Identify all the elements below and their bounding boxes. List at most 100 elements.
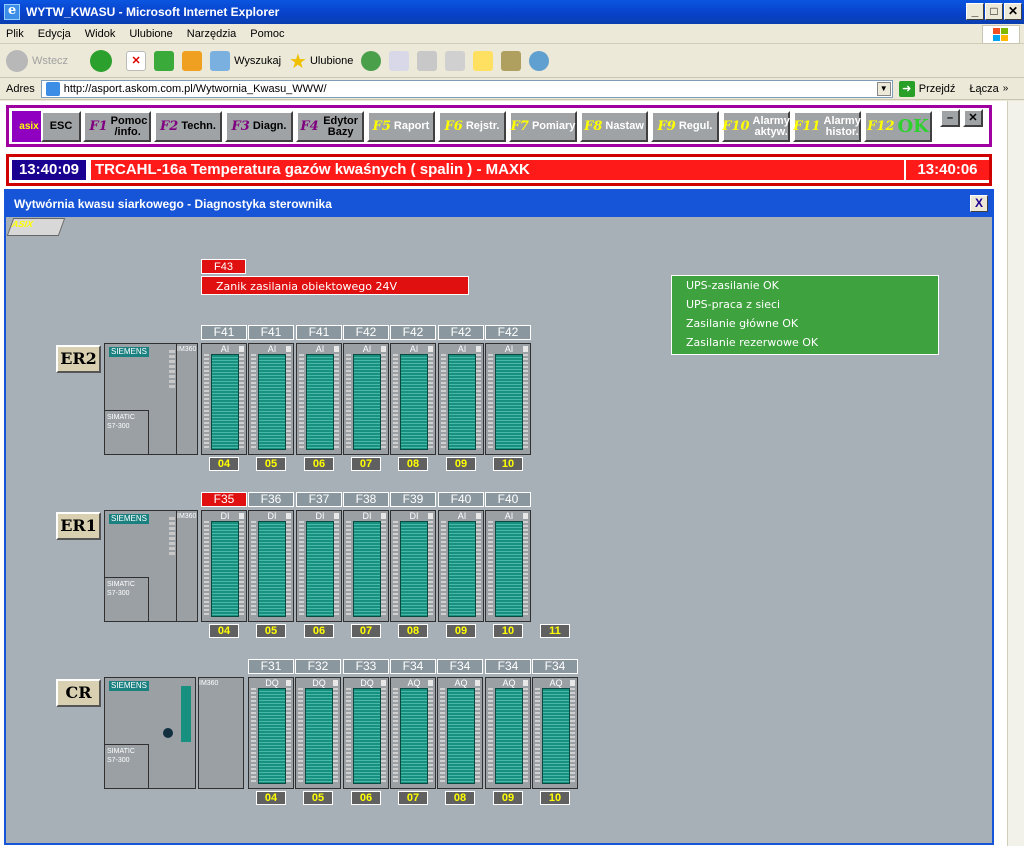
research-icon[interactable] xyxy=(501,51,522,71)
io-module-ai[interactable]: AI xyxy=(296,343,342,455)
io-module-di[interactable]: DI xyxy=(296,510,342,622)
search-button[interactable]: Wyszukaj xyxy=(210,51,281,71)
io-module-ai[interactable]: AI xyxy=(343,343,389,455)
menu-bar: Plik Edycja Widok Ulubione Narzędzia Pom… xyxy=(0,24,1024,44)
f3-diagn-button[interactable]: F3 Diagn. xyxy=(225,111,293,142)
refresh-icon[interactable] xyxy=(154,51,175,71)
fuse-tag-f34: F34 xyxy=(390,659,436,674)
close-window-button[interactable]: ✕ xyxy=(1004,3,1022,20)
io-module-dq[interactable]: DQ xyxy=(295,677,341,789)
edit-icon[interactable] xyxy=(445,51,466,71)
io-module-aq[interactable]: AQ xyxy=(532,677,578,789)
panel-close-button[interactable]: ✕ xyxy=(963,109,983,127)
module-ticks xyxy=(299,354,304,450)
links-button[interactable]: Łącza xyxy=(969,83,998,95)
io-module-ai[interactable]: AI xyxy=(438,343,484,455)
fuse-tag-f39: F39 xyxy=(390,492,436,507)
print-icon[interactable] xyxy=(417,51,438,71)
cpu-module[interactable]: SIEMENS SIMATIC S7-300 xyxy=(104,677,196,789)
io-module-di[interactable]: DI xyxy=(343,510,389,622)
io-module-di[interactable]: DI xyxy=(248,510,294,622)
io-module-dq[interactable]: DQ xyxy=(248,677,294,789)
module-ticksr xyxy=(381,354,386,450)
module-sq2 xyxy=(334,346,339,352)
io-module-ai[interactable]: AI xyxy=(248,343,294,455)
module-sq2 xyxy=(381,513,386,519)
module-panel xyxy=(495,521,523,617)
io-module-di[interactable]: DI xyxy=(201,510,247,622)
menu-pomoc[interactable]: Pomoc xyxy=(250,28,284,40)
module-ticksr xyxy=(523,521,528,617)
io-module-ai[interactable]: AI xyxy=(485,510,531,622)
address-input[interactable]: http://asport.askom.com.pl/Wytwornia_Kwa… xyxy=(40,79,893,98)
go-button[interactable]: ➜ Przejdź xyxy=(898,80,955,97)
f6-rejestr-button[interactable]: F6 Rejstr. xyxy=(438,111,506,142)
io-module-ai[interactable]: AI xyxy=(485,343,531,455)
history-icon[interactable] xyxy=(361,51,382,71)
module-sq2 xyxy=(476,513,481,519)
module-panel xyxy=(353,354,381,450)
panel-minimize-button[interactable]: – xyxy=(940,109,960,127)
io-module-di[interactable]: DI xyxy=(390,510,436,622)
menu-widok[interactable]: Widok xyxy=(85,28,116,40)
f10-alarms-active-button[interactable]: F10 Alarmy aktyw. xyxy=(722,111,790,142)
io-module-ai[interactable]: AI xyxy=(438,510,484,622)
slot-number: 04 xyxy=(209,624,239,638)
address-url: http://asport.askom.com.pl/Wytwornia_Kwa… xyxy=(63,82,327,95)
go-arrow-icon: ➜ xyxy=(898,80,915,97)
links-chevron-icon[interactable]: » xyxy=(1003,83,1009,94)
slot-number: 09 xyxy=(446,624,476,638)
home-icon[interactable] xyxy=(182,51,203,71)
diagnostics-close-button[interactable]: X xyxy=(970,195,988,212)
address-dropdown-icon[interactable]: ▼ xyxy=(876,81,891,96)
f8-nastaw-button[interactable]: F8 Nastaw xyxy=(580,111,648,142)
f12-ok-button[interactable]: F12 OK xyxy=(864,111,932,142)
f2-techn-button[interactable]: F2 Techn. xyxy=(154,111,222,142)
menu-ulubione[interactable]: Ulubione xyxy=(129,28,172,40)
f1-help-button[interactable]: F1 Pomoc /info. xyxy=(83,111,151,142)
forward-arrow-icon[interactable] xyxy=(90,50,113,72)
module-sq2 xyxy=(428,346,433,352)
cpu-indicator-bar xyxy=(181,686,191,742)
io-module-aq[interactable]: AQ xyxy=(485,677,531,789)
mail-icon[interactable] xyxy=(389,51,410,71)
notes-icon[interactable] xyxy=(473,51,494,71)
io-module-aq[interactable]: AQ xyxy=(437,677,483,789)
f5-raport-button[interactable]: F5 Raport xyxy=(367,111,435,142)
vertical-scrollbar[interactable] xyxy=(1007,101,1024,846)
f7-pomiary-button[interactable]: F7 Pomiary xyxy=(509,111,577,142)
alarm-message[interactable]: TRCAHL-16a Temperatura gazów kwaśnych ( … xyxy=(91,160,904,180)
messenger-icon[interactable] xyxy=(529,51,550,71)
fuse-tag-f42: F42 xyxy=(438,325,484,340)
module-ticks xyxy=(441,521,446,617)
f4-editor-button[interactable]: F4 Edytor Bazy xyxy=(296,111,364,142)
menu-edycja[interactable]: Edycja xyxy=(38,28,71,40)
module-ticks xyxy=(488,354,493,450)
rack-label-cr: CR xyxy=(56,679,101,707)
star-icon: ★ xyxy=(289,50,307,73)
module-panel xyxy=(400,521,428,617)
io-module-ai[interactable]: AI xyxy=(390,343,436,455)
favorites-button[interactable]: ★ Ulubione xyxy=(289,49,353,74)
io-module-ai[interactable]: AI xyxy=(201,343,247,455)
f9-regul-button[interactable]: F9 Regul. xyxy=(651,111,719,142)
f11-alarms-history-button[interactable]: F11 Alarmy histor. xyxy=(793,111,861,142)
menu-narzedzia[interactable]: Narzędzia xyxy=(187,28,237,40)
maximize-button[interactable]: □ xyxy=(985,3,1003,20)
im360-module: IM360 xyxy=(198,677,244,789)
window-title: WYTW_KWASU - Microsoft Internet Explorer xyxy=(26,5,280,19)
fuse-tag-f33: F33 xyxy=(343,659,389,674)
fuse-tag-f36: F36 xyxy=(248,492,294,507)
esc-button[interactable]: ESC xyxy=(41,111,81,142)
module-panel xyxy=(448,354,476,450)
io-module-aq[interactable]: AQ xyxy=(390,677,436,789)
menu-plik[interactable]: Plik xyxy=(6,28,24,40)
io-module-dq[interactable]: DQ xyxy=(343,677,389,789)
module-ticks xyxy=(393,354,398,450)
minimize-button[interactable]: _ xyxy=(966,3,984,20)
back-button[interactable]: Wstecz xyxy=(6,50,68,72)
stop-icon[interactable]: ✕ xyxy=(126,51,147,71)
slot-number: 09 xyxy=(493,791,523,805)
back-dropdown-icon[interactable] xyxy=(76,51,86,71)
module-ticksr xyxy=(286,688,291,784)
